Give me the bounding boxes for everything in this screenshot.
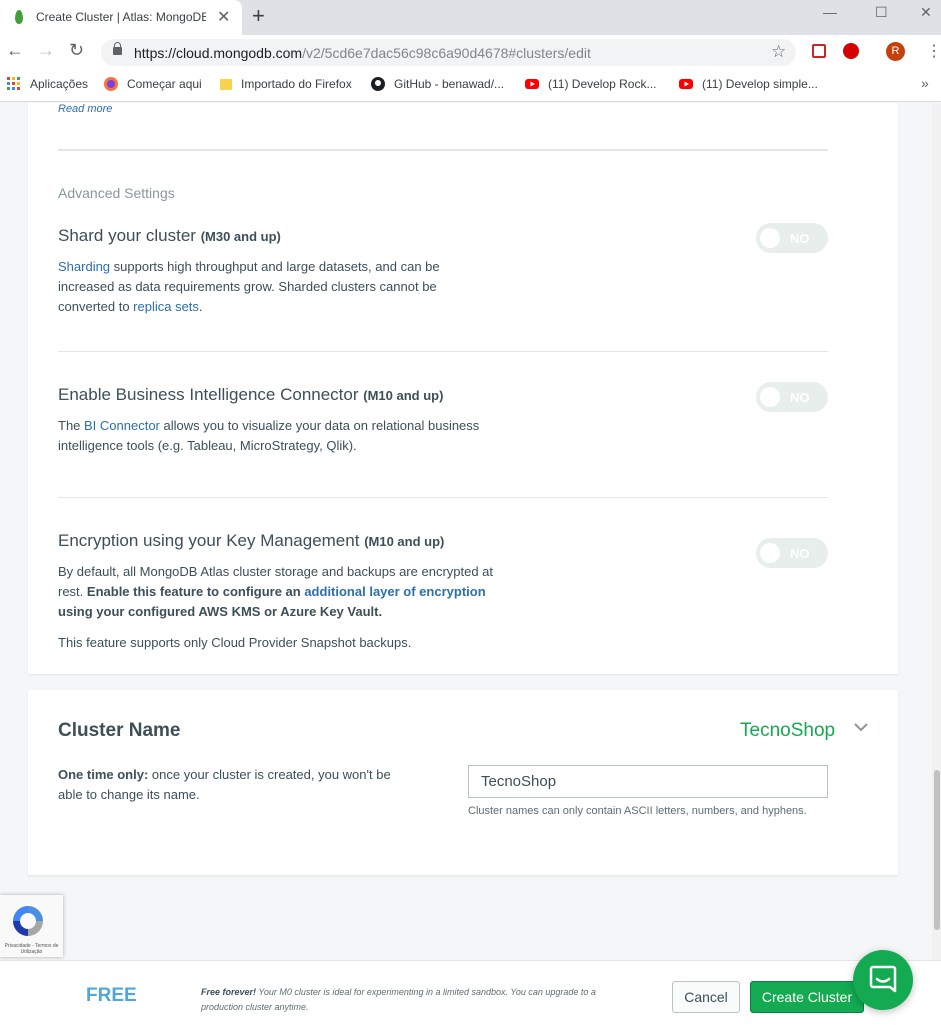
encryption-title: Encryption using your Key Management (M1… bbox=[58, 531, 445, 550]
advanced-settings-card: Read more Advanced Settings Shard your c… bbox=[28, 103, 898, 674]
chat-widget-button[interactable] bbox=[853, 950, 913, 1010]
sharding-link[interactable]: Sharding bbox=[58, 259, 110, 274]
recaptcha-icon bbox=[13, 906, 43, 936]
tab-close-icon[interactable]: ✕ bbox=[217, 7, 230, 27]
cluster-name-input[interactable] bbox=[468, 765, 828, 798]
shard-title: Shard your cluster (M30 and up) bbox=[58, 226, 281, 245]
forward-icon[interactable]: → bbox=[37, 40, 55, 61]
cluster-name-note: One time only: once your cluster is crea… bbox=[58, 767, 391, 802]
read-more-link[interactable]: Read more bbox=[58, 103, 112, 115]
scrollbar-thumb[interactable] bbox=[934, 770, 940, 930]
tier-label: FREE bbox=[86, 985, 137, 1006]
profile-avatar[interactable]: R bbox=[886, 42, 905, 61]
bookmark-youtube-2[interactable]: (11) Develop simple... bbox=[702, 77, 818, 91]
bookmark-apps[interactable]: Aplicações bbox=[30, 77, 88, 91]
replica-sets-link[interactable]: replica sets bbox=[133, 299, 199, 314]
new-tab-icon[interactable]: + bbox=[252, 3, 265, 29]
chevron-down-icon[interactable] bbox=[854, 720, 868, 734]
shard-description: Sharding supports high throughput and la… bbox=[58, 259, 440, 314]
page-scrollbar[interactable] bbox=[932, 103, 941, 960]
recaptcha-badge[interactable]: Privacidade - Termos de Utilização bbox=[0, 895, 63, 957]
advanced-settings-label: Advanced Settings bbox=[58, 185, 175, 201]
bookmark-star-icon[interactable]: ☆ bbox=[771, 42, 786, 62]
back-icon[interactable]: ← bbox=[6, 40, 24, 61]
browser-tab[interactable]: Create Cluster | Atlas: MongoDB ✕ bbox=[0, 0, 242, 35]
toggle-knob bbox=[760, 387, 780, 407]
maximize-icon[interactable]: ☐ bbox=[875, 4, 888, 21]
bi-connector-description: The BI Connector allows you to visualize… bbox=[58, 418, 480, 453]
extension-icon[interactable] bbox=[812, 44, 826, 58]
mongodb-leaf-icon bbox=[15, 10, 23, 24]
minimize-icon[interactable]: — bbox=[823, 4, 837, 20]
adblock-extension-icon[interactable] bbox=[843, 43, 859, 59]
encryption-description: By default, all MongoDB Atlas cluster st… bbox=[58, 564, 494, 619]
address-bar[interactable]: https://cloud.mongodb.com/v2/5cd6e7dac56… bbox=[101, 39, 796, 66]
browser-menu-icon[interactable]: ⋮ bbox=[926, 41, 941, 61]
more-bookmarks-icon[interactable]: » bbox=[921, 75, 929, 91]
bookmark-firefox-folder[interactable]: Importado do Firefox bbox=[241, 77, 352, 91]
cluster-name-card: Cluster Name TecnoShop One time only: on… bbox=[28, 690, 898, 875]
youtube-icon bbox=[525, 79, 539, 89]
encryption-toggle[interactable]: NO bbox=[756, 538, 828, 568]
section-divider bbox=[58, 149, 828, 151]
firefox-icon bbox=[104, 77, 118, 91]
tier-description: Free forever! Your M0 cluster is ideal f… bbox=[201, 987, 596, 1012]
bookmark-comecar[interactable]: Começar aqui bbox=[127, 77, 202, 91]
github-icon bbox=[371, 77, 385, 91]
additional-layer-link[interactable]: additional layer of encryption bbox=[304, 584, 485, 599]
bookmark-github[interactable]: GitHub - benawad/... bbox=[394, 77, 504, 91]
encryption-note: This feature supports only Cloud Provide… bbox=[58, 635, 412, 650]
apps-grid-icon bbox=[7, 77, 20, 90]
url-text: https://cloud.mongodb.com/v2/5cd6e7dac56… bbox=[134, 45, 591, 61]
shard-toggle[interactable]: NO bbox=[756, 223, 828, 253]
cluster-name-hint: Cluster names can only contain ASCII let… bbox=[468, 805, 807, 817]
footer-bar: FREE Free forever! Your M0 cluster is id… bbox=[0, 960, 941, 1025]
window-close-icon[interactable]: ✕ bbox=[920, 4, 932, 21]
cluster-name-summary[interactable]: TecnoShop bbox=[740, 720, 835, 742]
bookmark-youtube-1[interactable]: (11) Develop Rock... bbox=[548, 77, 657, 91]
bi-connector-toggle[interactable]: NO bbox=[756, 382, 828, 412]
recaptcha-links[interactable]: Privacidade - Termos de Utilização bbox=[1, 943, 62, 955]
chat-icon bbox=[869, 965, 897, 993]
toggle-knob bbox=[760, 543, 780, 563]
bi-connector-link[interactable]: BI Connector bbox=[84, 418, 160, 433]
divider bbox=[58, 351, 828, 352]
browser-tab-bar: Create Cluster | Atlas: MongoDB ✕ + — ☐ … bbox=[0, 0, 941, 35]
bookmarks-bar: Aplicações Começar aqui Importado do Fir… bbox=[0, 69, 941, 102]
cancel-button[interactable]: Cancel bbox=[672, 981, 740, 1013]
tab-title: Create Cluster | Atlas: MongoDB bbox=[36, 10, 206, 24]
toggle-knob bbox=[760, 228, 780, 248]
bi-connector-title: Enable Business Intelligence Connector (… bbox=[58, 385, 444, 404]
lock-icon bbox=[113, 42, 122, 55]
reload-icon[interactable]: ↻ bbox=[69, 40, 84, 61]
folder-icon bbox=[220, 79, 232, 90]
create-cluster-button[interactable]: Create Cluster bbox=[750, 981, 864, 1013]
cluster-name-title: Cluster Name bbox=[58, 720, 181, 741]
youtube-icon bbox=[679, 79, 693, 89]
divider bbox=[58, 497, 828, 498]
browser-toolbar: ← → ↻ https://cloud.mongodb.com/v2/5cd6e… bbox=[0, 35, 941, 69]
